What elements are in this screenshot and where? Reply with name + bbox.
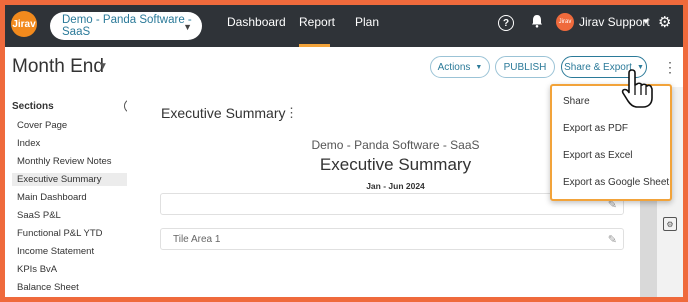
chevron-down-icon[interactable]: ▼ (98, 61, 108, 72)
sidebar-item-functional-pl-ytd[interactable]: Functional P&L YTD (12, 227, 127, 240)
nav-plan[interactable]: Plan (355, 15, 379, 29)
company-selector[interactable]: Demo - Panda Software - SaaS ▼ (50, 12, 202, 40)
publish-button-label: PUBLISH (503, 61, 547, 73)
content-gutter (127, 87, 148, 297)
sidebar-item-cover-page[interactable]: Cover Page (12, 119, 127, 132)
sidebar-item-executive-summary[interactable]: Executive Summary (12, 173, 127, 186)
tile-area-1[interactable]: Tile Area 1 ✎ (160, 228, 624, 250)
menu-item-export-pdf[interactable]: Export as PDF (563, 123, 628, 134)
section-title: Executive Summary (161, 105, 286, 121)
page-title[interactable]: Month End (12, 56, 104, 78)
sections-heading: Sections (12, 101, 54, 112)
sidebar-item-income-statement[interactable]: Income Statement (12, 245, 127, 258)
hand-cursor-icon (621, 69, 653, 108)
actions-button-label: Actions (437, 61, 471, 73)
tile-label: Tile Area 1 (173, 234, 221, 245)
menu-item-export-google-sheet[interactable]: Export as Google Sheet (563, 177, 669, 188)
sidebar-item-kpis-bva[interactable]: KPIs BvA (12, 263, 127, 276)
sidebar-item-balance-sheet[interactable]: Balance Sheet (12, 281, 127, 294)
help-icon[interactable]: ? (498, 15, 514, 31)
sidebar-item-main-dashboard[interactable]: Main Dashboard (12, 191, 127, 204)
more-vert-icon[interactable]: ⋮ (663, 59, 677, 76)
chevron-down-icon: ▼ (183, 22, 192, 32)
avatar[interactable]: Jirav (556, 13, 574, 31)
jirav-logo[interactable]: Jirav (11, 11, 37, 37)
chevron-down-icon: ▼ (475, 63, 483, 71)
settings-panel-icon[interactable]: ⚙ (663, 217, 677, 231)
menu-item-share[interactable]: Share (563, 96, 590, 107)
more-vert-icon[interactable]: ⋮ (285, 105, 298, 121)
sidebar-item-index[interactable]: Index (12, 137, 127, 150)
top-navigation-bar: Jirav Demo - Panda Software - SaaS ▼ Das… (5, 5, 683, 47)
app-window: Jirav Demo - Panda Software - SaaS ▼ Das… (5, 5, 683, 297)
actions-button[interactable]: Actions ▼ (430, 56, 490, 78)
pencil-icon[interactable]: ✎ (608, 233, 617, 246)
nav-active-indicator (299, 44, 330, 47)
company-selector-value: Demo - Panda Software - SaaS (62, 14, 192, 38)
sidebar-item-monthly-review-notes[interactable]: Monthly Review Notes (12, 155, 127, 168)
nav-report[interactable]: Report (299, 15, 335, 29)
menu-item-export-excel[interactable]: Export as Excel (563, 150, 632, 161)
bell-icon[interactable] (531, 14, 543, 31)
sidebar-item-saas-pl[interactable]: SaaS P&L (12, 209, 127, 222)
chevron-down-icon[interactable]: ▼ (642, 17, 650, 26)
publish-button[interactable]: PUBLISH (495, 56, 555, 78)
gear-icon[interactable]: ⚙ (658, 13, 671, 31)
user-name[interactable]: Jirav Support (579, 15, 650, 29)
nav-dashboard[interactable]: Dashboard (227, 15, 286, 29)
